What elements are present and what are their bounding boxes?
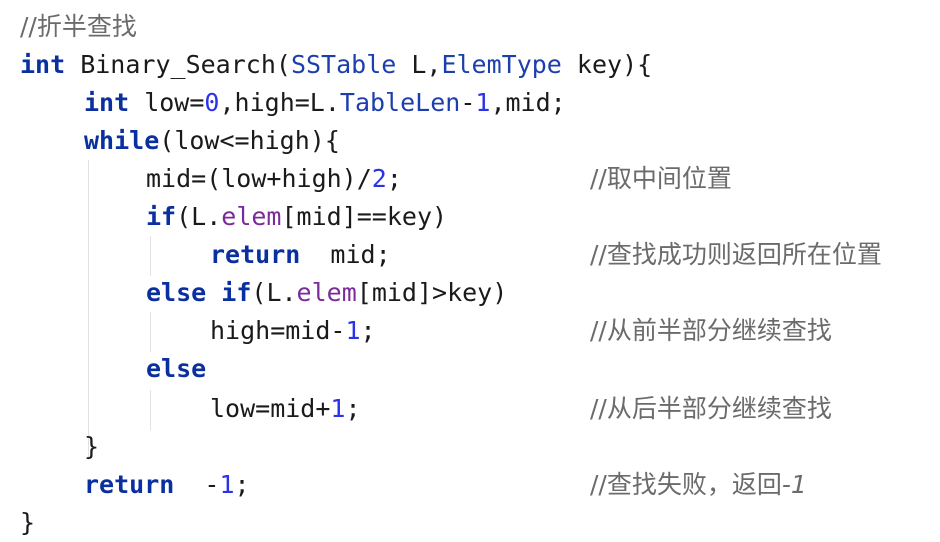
code-token: [mid]>key) — [356, 278, 508, 307]
code-token: if — [146, 202, 177, 231]
code-token: //折半查找 — [20, 12, 137, 41]
code-token: 1 — [219, 470, 235, 499]
code-token: high=mid- — [210, 316, 346, 345]
code-line-13: return -1; — [84, 466, 250, 504]
comment-search-front-half: //从前半部分继续查找 — [590, 316, 832, 345]
code-line-4: while(low<=high){ — [84, 122, 340, 160]
code-line-3: int low=0,high=L.TableLen-1,mid; — [84, 84, 566, 122]
code-token: 0 — [204, 88, 220, 117]
code-token: elem — [221, 202, 282, 231]
code-token: TableLen — [339, 88, 461, 117]
code-token: ; — [386, 164, 402, 193]
code-token: elem — [296, 278, 357, 307]
code-line-14: } — [20, 504, 35, 542]
code-token: - — [460, 88, 476, 117]
code-token: ElemType — [441, 50, 562, 79]
code-token: else — [146, 278, 207, 307]
code-line-1: //折半查找 — [20, 8, 137, 46]
code-token: ; — [345, 394, 361, 423]
code-token: (low<=high){ — [159, 126, 340, 155]
code-line-7: return mid; — [210, 236, 391, 274]
code-token: L, — [396, 50, 442, 79]
code-token: SSTable — [290, 50, 397, 79]
code-token: ; — [360, 316, 376, 345]
comment-search-failed: //查找失败，返回-1 — [590, 466, 807, 504]
code-token: key){ — [561, 50, 653, 79]
code-line-9: high=mid-1; — [210, 312, 376, 350]
code-token: } — [84, 432, 100, 461]
code-token: if — [221, 278, 252, 307]
code-token: 1 — [330, 394, 346, 423]
code-line-8: else if(L.elem[mid]>key) — [146, 274, 507, 312]
code-token: return — [84, 470, 175, 499]
code-token: } — [20, 508, 36, 537]
code-token: (L. — [176, 202, 222, 231]
code-token: low= — [129, 88, 205, 117]
comment-search-back-half: //从后半部分继续查找 — [590, 394, 832, 423]
code-token: int — [84, 88, 130, 117]
code-token: return — [210, 240, 301, 269]
indent-guide-else — [150, 390, 151, 430]
indent-guide-else-if — [150, 312, 151, 352]
code-token: mid; — [300, 240, 391, 269]
code-token: int — [20, 50, 66, 79]
code-token: 1 — [475, 88, 491, 117]
comment-found-return: //查找成功则返回所在位置 — [590, 240, 882, 269]
code-token: ,mid; — [490, 88, 566, 117]
comment-search-failed-value: -1 — [781, 470, 807, 499]
code-editor: //折半查找 int Binary_Search(SSTable L,ElemT… — [0, 0, 940, 537]
code-token: else — [146, 354, 207, 383]
code-line-5: mid=(low+high)/2; — [146, 160, 402, 198]
code-token: 1 — [345, 316, 361, 345]
code-line-10: else — [146, 350, 206, 388]
code-token: ; — [234, 470, 250, 499]
comment-search-failed-text: //查找失败，返回 — [590, 470, 782, 499]
code-token: [mid]==key) — [281, 202, 448, 231]
code-line-12: } — [84, 428, 99, 466]
code-token: ,high=L. — [219, 88, 340, 117]
indent-guide-if — [150, 236, 151, 276]
code-line-6: if(L.elem[mid]==key) — [146, 198, 447, 236]
code-token: - — [174, 470, 220, 499]
code-token: 2 — [371, 164, 387, 193]
code-token: (L. — [251, 278, 297, 307]
code-line-2: int Binary_Search(SSTable L,ElemType key… — [20, 46, 652, 84]
comment-take-middle: //取中间位置 — [590, 164, 732, 193]
code-token: mid=(low+high)/ — [146, 164, 372, 193]
code-token: low=mid+ — [210, 394, 331, 423]
code-token: while — [84, 126, 160, 155]
code-line-11: low=mid+1; — [210, 390, 361, 428]
code-token: Binary_Search( — [65, 50, 291, 79]
indent-guide-while — [88, 160, 89, 460]
